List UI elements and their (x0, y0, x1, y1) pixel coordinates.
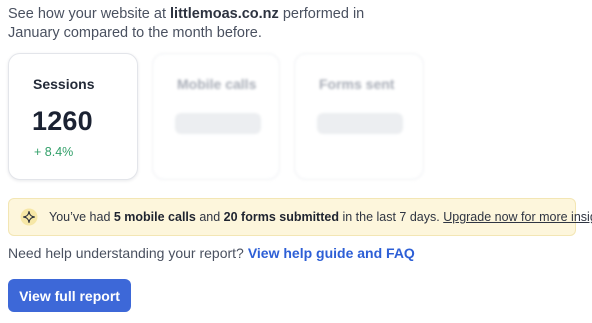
forms-sent-card: Forms sent (294, 53, 424, 180)
sessions-value: 1260 (32, 106, 93, 136)
upgrade-link[interactable]: Upgrade now for more insights (443, 210, 592, 224)
report-intro: See how your website at littlemoas.co.nz… (8, 5, 368, 43)
view-full-report-button[interactable]: View full report (8, 279, 131, 312)
banner-text-3: in the last 7 days. (338, 210, 444, 224)
sparkle-icon (20, 208, 38, 226)
mobile-calls-card: Mobile calls (152, 53, 280, 180)
help-line: Need help understanding your report? View… (8, 245, 415, 261)
banner-message: You’ve had 5 mobile calls and 20 forms s… (49, 210, 592, 224)
sessions-delta: + 8.4% (34, 145, 74, 159)
sessions-title: Sessions (33, 76, 95, 92)
banner-calls-count: 5 mobile calls (113, 210, 196, 224)
banner-forms-count: 20 forms submitted (223, 210, 339, 224)
upgrade-banner: You’ve had 5 mobile calls and 20 forms s… (8, 198, 592, 236)
mobile-calls-title: Mobile calls (177, 76, 257, 92)
metric-cards: Sessions 1260 + 8.4% Mobile calls Forms … (8, 53, 428, 180)
help-guide-link[interactable]: View help guide and FAQ (248, 245, 415, 261)
mobile-calls-placeholder (175, 113, 261, 134)
help-text: Need help understanding your report? (8, 245, 244, 261)
banner-text-2: and (195, 210, 224, 224)
intro-prefix: See how your website at (8, 6, 171, 22)
banner-text-1: You’ve had (49, 210, 114, 224)
forms-sent-title: Forms sent (319, 76, 395, 92)
website-domain: littlemoas.co.nz (170, 6, 279, 22)
sessions-card: Sessions 1260 + 8.4% (8, 53, 138, 180)
forms-sent-placeholder (317, 113, 403, 134)
